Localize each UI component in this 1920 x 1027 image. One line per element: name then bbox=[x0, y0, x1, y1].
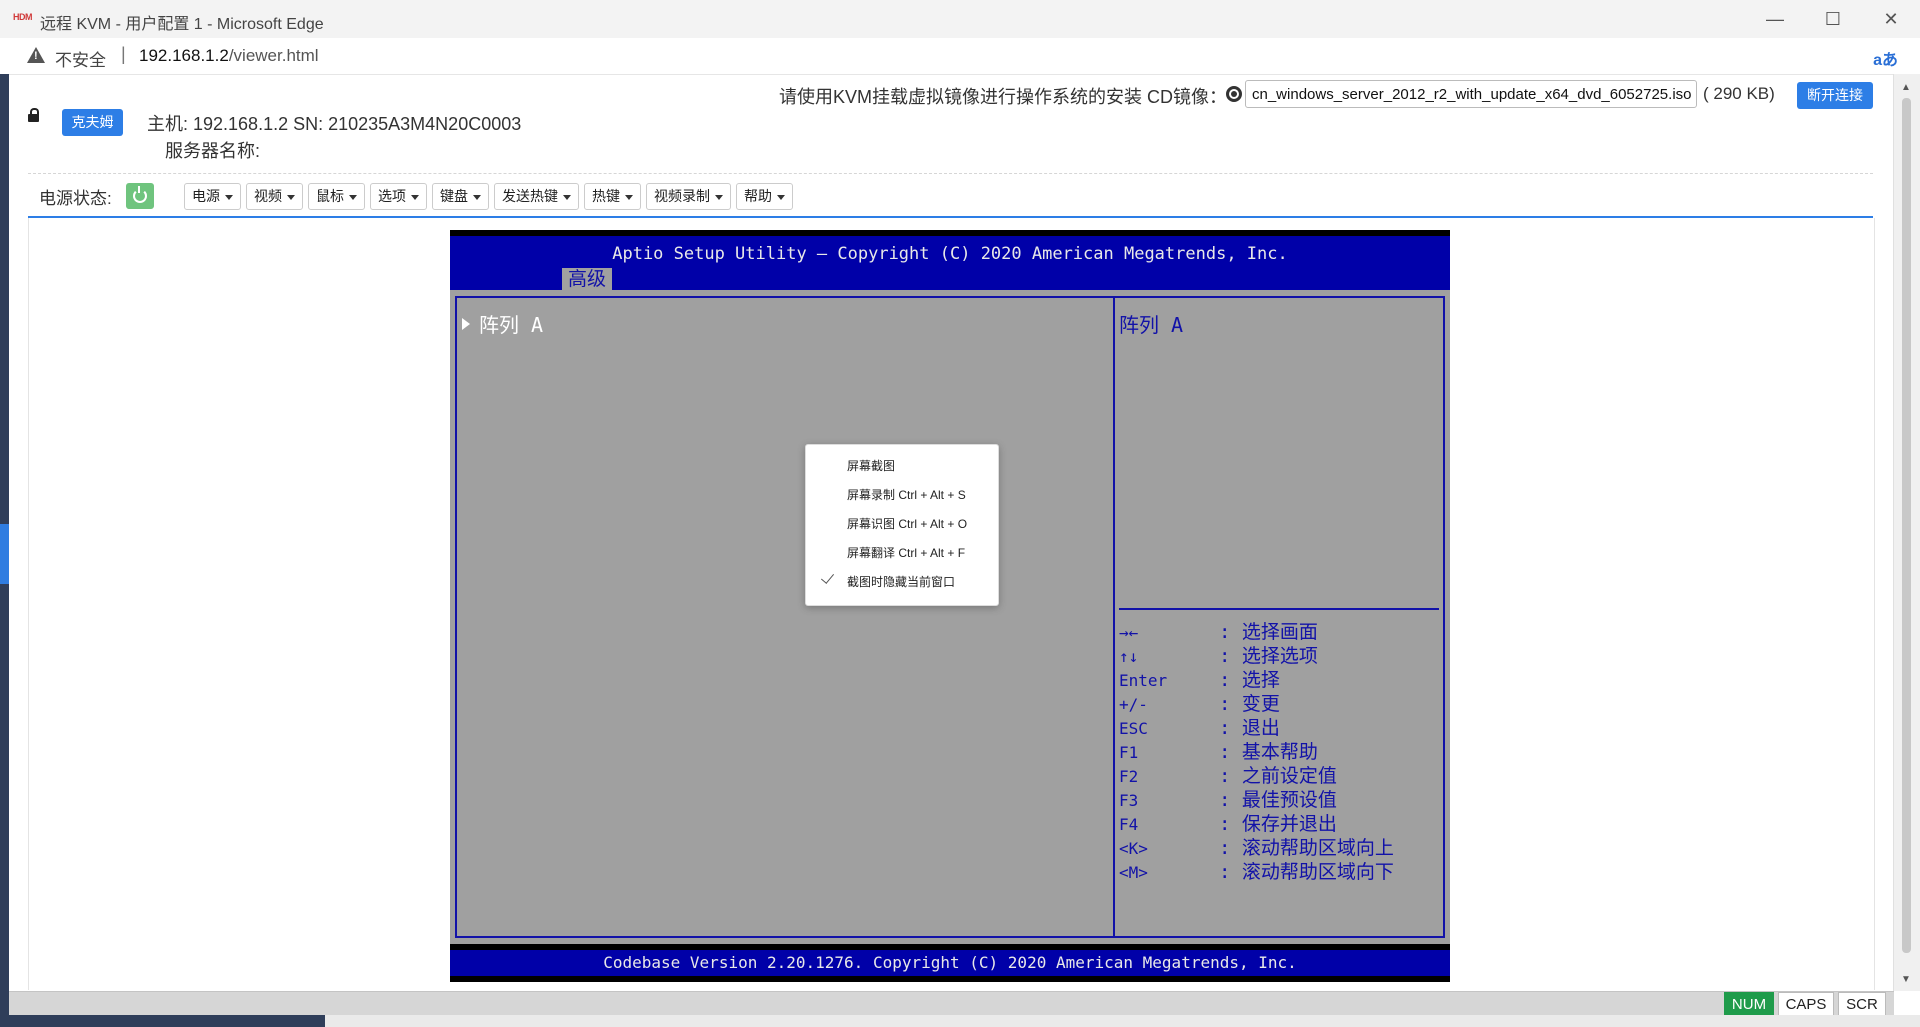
iso-file-field[interactable]: cn_windows_server_2012_r2_with_update_x6… bbox=[1245, 80, 1697, 108]
minimize-button[interactable]: — bbox=[1746, 0, 1804, 38]
power-status-label: 电源状态: bbox=[39, 189, 112, 208]
url-text[interactable]: 192.168.1.2/viewer.html bbox=[139, 46, 319, 66]
status-bar bbox=[9, 991, 1894, 1016]
caps-lock-indicator[interactable]: CAPS bbox=[1778, 992, 1834, 1016]
menu-send-hotkey[interactable]: 发送热键 bbox=[494, 183, 579, 210]
caret-down-icon bbox=[287, 194, 295, 200]
iso-size: ( 290 KB) bbox=[1703, 84, 1775, 103]
read-aloud-icon[interactable]: aあ bbox=[1873, 46, 1898, 70]
lock-icon[interactable] bbox=[28, 108, 39, 122]
app-logo: HDM bbox=[13, 12, 33, 22]
key-legend-row: F2: 之前设定值 bbox=[1119, 765, 1337, 787]
cd-image-notice: 请使用KVM挂载虚拟镜像进行操作系统的安装 CD镜像： bbox=[779, 87, 1228, 107]
address-bar[interactable]: 不安全 | 192.168.1.2/viewer.html aあ bbox=[0, 38, 1920, 75]
menu-hotkey[interactable]: 热键 bbox=[584, 183, 641, 210]
scroll-up-icon[interactable]: ▲ bbox=[1901, 82, 1911, 93]
key-legend-row: ESC: 退出 bbox=[1119, 717, 1280, 739]
help-divider bbox=[1119, 608, 1439, 610]
security-label[interactable]: 不安全 bbox=[55, 46, 106, 71]
key-legend-row: +/-: 变更 bbox=[1119, 693, 1280, 715]
username-button[interactable]: 克夫姆 bbox=[62, 109, 123, 136]
bios-tab-advanced[interactable]: 高级 bbox=[562, 268, 613, 290]
caret-down-icon bbox=[625, 194, 633, 200]
bios-help-pane: 阵列 A →←: 选择画面 ↑↓: 选择选项 Enter: 选择 +/-: 变更… bbox=[1113, 296, 1445, 938]
toolbar-menus: 电源 视频 鼠标 选项 键盘 发送热键 热键 视频录制 帮助 bbox=[184, 183, 793, 210]
caret-down-icon bbox=[473, 194, 481, 200]
bios-body: 阵列 A 阵列 A →←: 选择画面 ↑↓: 选择选项 Enter: 选择 +/… bbox=[450, 290, 1450, 944]
num-lock-indicator[interactable]: NUM bbox=[1724, 992, 1774, 1016]
bios-help-title: 阵列 A bbox=[1119, 313, 1184, 337]
key-legend-row: F3: 最佳预设值 bbox=[1119, 789, 1337, 811]
window-title: 远程 KVM - 用户配置 1 - Microsoft Edge bbox=[40, 16, 324, 33]
submenu-arrow-icon bbox=[462, 318, 470, 330]
vertical-scrollbar[interactable]: ▲ ▼ bbox=[1893, 74, 1920, 991]
bios-header: Aptio Setup Utility – Copyright (C) 2020… bbox=[450, 236, 1450, 290]
screenshot-context-menu: 屏幕截图 屏幕录制 Ctrl + Alt + S 屏幕识图 Ctrl + Alt… bbox=[805, 444, 999, 606]
scroll-down-icon[interactable]: ▼ bbox=[1901, 974, 1911, 985]
caret-down-icon bbox=[411, 194, 419, 200]
key-legend-row: F1: 基本帮助 bbox=[1119, 741, 1318, 763]
key-legend-row: <K>: 滚动帮助区域向上 bbox=[1119, 837, 1394, 859]
warning-icon[interactable] bbox=[27, 47, 45, 63]
scrollbar-thumb[interactable] bbox=[1902, 98, 1911, 953]
host-info: 主机: 192.168.1.2 SN: 210235A3M4N20C0003 bbox=[147, 114, 522, 134]
left-background-strip bbox=[0, 74, 9, 1027]
disconnect-button[interactable]: 断开连接 bbox=[1797, 82, 1873, 109]
key-legend-row: ↑↓: 选择选项 bbox=[1119, 645, 1318, 667]
caret-down-icon bbox=[349, 194, 357, 200]
menu-item-screen-translate[interactable]: 屏幕翻译 Ctrl + Alt + F bbox=[847, 544, 965, 561]
bottom-strip bbox=[0, 1015, 1920, 1027]
bios-item-array-a[interactable]: 阵列 A bbox=[479, 309, 543, 338]
power-icon bbox=[133, 186, 147, 203]
url-host: 192.168.1.2 bbox=[139, 46, 229, 65]
key-legend-row: <M>: 滚动帮助区域向下 bbox=[1119, 861, 1394, 883]
bottom-strip-dark bbox=[0, 1015, 325, 1027]
close-button[interactable]: ✕ bbox=[1862, 0, 1920, 38]
checkmark-icon bbox=[820, 570, 835, 584]
kvm-screen[interactable]: Aptio Setup Utility – Copyright (C) 2020… bbox=[450, 230, 1450, 982]
menu-video[interactable]: 视频 bbox=[246, 183, 303, 210]
cd-icon bbox=[1226, 86, 1242, 102]
left-accent bbox=[0, 524, 9, 584]
menu-item-screen-record[interactable]: 屏幕录制 Ctrl + Alt + S bbox=[847, 486, 966, 503]
server-name-label: 服务器名称: bbox=[165, 141, 261, 161]
bios-title: Aptio Setup Utility – Copyright (C) 2020… bbox=[612, 244, 1288, 264]
url-path: /viewer.html bbox=[228, 46, 319, 65]
address-separator: | bbox=[121, 44, 126, 64]
caret-down-icon bbox=[715, 194, 723, 200]
menu-keyboard[interactable]: 键盘 bbox=[432, 183, 489, 210]
bios-footer: Codebase Version 2.20.1276. Copyright (C… bbox=[450, 950, 1450, 976]
menu-item-hide-window[interactable]: 截图时隐藏当前窗口 bbox=[847, 573, 955, 590]
bios-main-pane: 阵列 A bbox=[455, 296, 1115, 938]
menu-power[interactable]: 电源 bbox=[184, 183, 241, 210]
power-status-button[interactable] bbox=[126, 183, 154, 209]
menu-options[interactable]: 选项 bbox=[370, 183, 427, 210]
menu-help[interactable]: 帮助 bbox=[736, 183, 793, 210]
key-legend-row: Enter: 选择 bbox=[1119, 669, 1280, 691]
menu-item-screen-ocr[interactable]: 屏幕识图 Ctrl + Alt + O bbox=[847, 515, 967, 532]
key-legend-row: F4: 保存并退出 bbox=[1119, 813, 1337, 835]
caret-down-icon bbox=[225, 194, 233, 200]
header-divider bbox=[28, 173, 1873, 174]
menu-mouse[interactable]: 鼠标 bbox=[308, 183, 365, 210]
menu-item-screenshot[interactable]: 屏幕截图 bbox=[847, 457, 895, 474]
caret-down-icon bbox=[563, 194, 571, 200]
bios-key-legend: →←: 选择画面 ↑↓: 选择选项 Enter: 选择 +/-: 变更 ESC:… bbox=[1119, 620, 1394, 884]
menu-video-record[interactable]: 视频录制 bbox=[646, 183, 731, 210]
caret-down-icon bbox=[777, 194, 785, 200]
key-legend-row: →←: 选择画面 bbox=[1119, 621, 1318, 643]
maximize-button[interactable]: ☐ bbox=[1804, 0, 1862, 38]
scroll-lock-indicator[interactable]: SCR bbox=[1838, 992, 1886, 1016]
window-titlebar: HDM 远程 KVM - 用户配置 1 - Microsoft Edge — ☐… bbox=[0, 0, 1920, 39]
